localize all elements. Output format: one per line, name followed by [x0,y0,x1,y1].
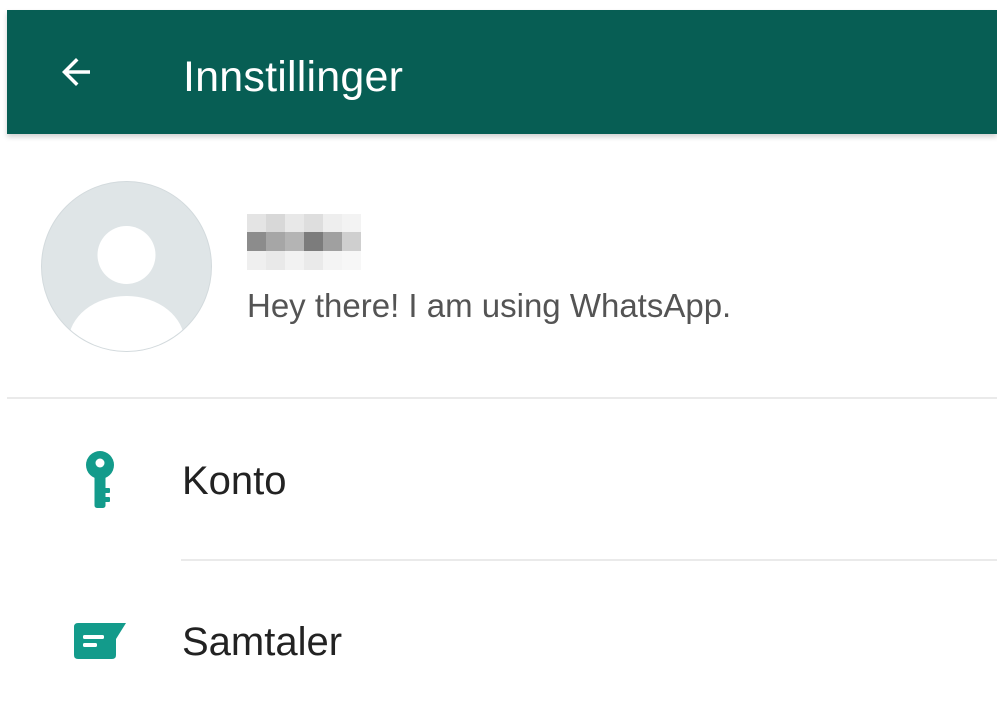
chat-icon-container [68,609,132,673]
chat-icon [74,623,126,659]
key-icon [86,451,114,508]
menu-item-label: Konto [182,459,287,503]
menu-item-samtaler[interactable]: Samtaler [0,561,997,715]
divider [7,397,997,399]
profile-status: Hey there! I am using WhatsApp. [247,287,732,324]
app-bar: Innstillinger [7,10,997,134]
menu-item-label: Samtaler [182,620,343,664]
settings-screen: Innstillinger Hey there! I am using What… [0,0,997,715]
key-icon-container [68,449,132,513]
profile-row[interactable]: Hey there! I am using WhatsApp. [0,136,997,398]
back-button[interactable] [51,47,101,97]
menu-item-konto[interactable]: Konto [0,400,997,560]
profile-name-blurred [247,214,361,270]
default-avatar-icon [68,226,185,351]
arrow-back-icon [62,58,90,86]
avatar[interactable] [41,181,212,352]
page-title: Innstillinger [183,53,404,101]
